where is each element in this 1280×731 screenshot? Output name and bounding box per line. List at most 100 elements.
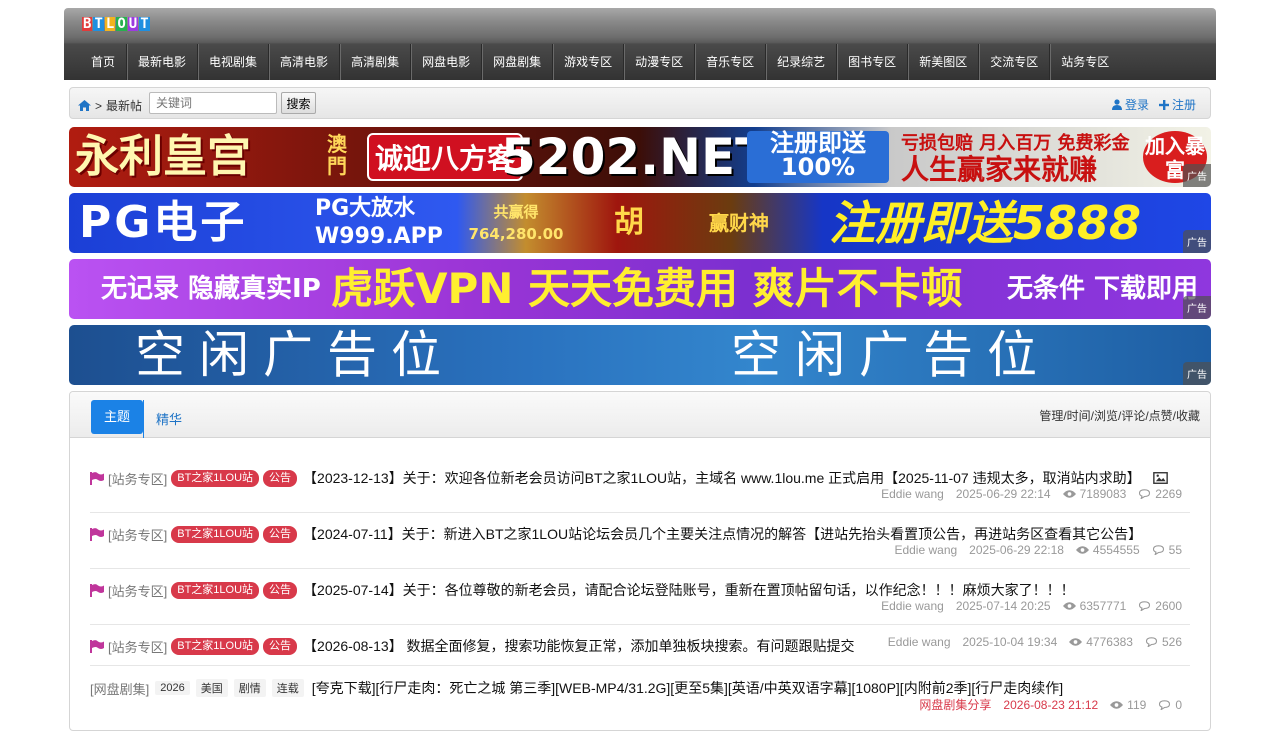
thread-category[interactable]: [站务专区] xyxy=(108,637,167,656)
ad-tag: 广告 xyxy=(1183,296,1211,319)
logo-letter: B xyxy=(82,16,93,32)
thread-author[interactable]: Eddie wang xyxy=(881,599,944,613)
thread-title[interactable]: 【2023-12-13】关于：欢迎各位新老会员访问BT之家1LOU站，主域名 w… xyxy=(303,468,1141,488)
thread-tag[interactable]: 2026 xyxy=(155,681,190,695)
thread-badge[interactable]: 公告 xyxy=(263,469,298,487)
search-input[interactable] xyxy=(149,92,277,114)
register-link[interactable]: 注册 xyxy=(1158,96,1196,113)
ad1-badge: 诚迎八方客 xyxy=(367,133,524,181)
thread-title[interactable]: 【2024-07-11】关于：新进入BT之家1LOU站论坛会员几个主要关注点情况… xyxy=(303,524,1142,544)
nav-cloud-series[interactable]: 网盘剧集 xyxy=(482,44,554,80)
comment-icon xyxy=(1145,637,1158,647)
thread-category[interactable]: [站务专区] xyxy=(108,581,167,600)
thread-row[interactable]: [站务专区] BT之家1LOU站 公告 【2026-08-13】 数据全面修复，… xyxy=(90,625,1190,666)
comments-count: 55 xyxy=(1168,543,1182,557)
thread-comments: 0 xyxy=(1158,698,1182,712)
sort-links[interactable]: 管理/时间/浏览/评论/点赞/收藏 xyxy=(1039,407,1200,424)
views-count: 6357771 xyxy=(1079,599,1127,613)
nav-documentary[interactable]: 纪录综艺 xyxy=(766,44,838,80)
thread-title[interactable]: 【2026-08-13】 数据全面修复，搜索功能恢复正常，添加单独板块搜索。有问… xyxy=(303,636,855,656)
thread-title[interactable]: 【2025-07-14】关于：各位尊敬的新老会员，请配合论坛登陆账号，重新在置顶… xyxy=(303,580,1075,600)
logo-letter: L xyxy=(104,16,116,32)
nav-books[interactable]: 图书专区 xyxy=(837,44,909,80)
thread-row[interactable]: [站务专区] BT之家1LOU站 公告 【2024-07-11】关于：新进入BT… xyxy=(90,513,1190,569)
views-count: 7189083 xyxy=(1079,487,1127,501)
ad4-right: 空闲广告位 xyxy=(731,326,1051,384)
thread-badge[interactable]: BT之家1LOU站 xyxy=(171,637,260,655)
nav-cloud-movies[interactable]: 网盘电影 xyxy=(411,44,483,80)
ad1-promo: 注册即送 100% xyxy=(747,131,889,183)
ad3-left: 无记录 隐藏真实IP xyxy=(101,274,321,304)
ad1-slogan-bottom: 人生赢家来就赚 xyxy=(901,153,1098,186)
thread-comments: 2269 xyxy=(1138,487,1182,501)
nav-anime[interactable]: 动漫专区 xyxy=(624,44,696,80)
flag-icon xyxy=(90,471,104,485)
breadcrumb-separator: > xyxy=(95,98,103,113)
ad-banner-2[interactable]: PG电子 PG大放水 W999.APP 共赢得 764,280.00 胡 赢财神 注… xyxy=(69,193,1211,253)
thread-badge[interactable]: BT之家1LOU站 xyxy=(171,469,260,487)
thread-row[interactable]: [网盘剧集] 2026 美国 剧情 连载 [夸克下载][行尸走肉：死亡之城 第三… xyxy=(90,666,1190,722)
comment-icon xyxy=(1139,601,1151,611)
nav-site-affairs[interactable]: 站务专区 xyxy=(1050,44,1120,80)
thread-category[interactable]: [网盘剧集] xyxy=(90,679,149,698)
search-button[interactable]: 搜索 xyxy=(281,92,316,114)
thread-row[interactable]: [站务专区] BT之家1LOU站 公告 【2023-12-13】关于：欢迎各位新… xyxy=(90,457,1190,513)
thread-views: 4554555 xyxy=(1075,543,1140,557)
thread-badge[interactable]: 公告 xyxy=(263,581,298,599)
thread-category[interactable]: [站务专区] xyxy=(108,525,167,544)
nav-games[interactable]: 游戏专区 xyxy=(553,44,625,80)
ad1-domain: 5202.NET xyxy=(501,128,770,186)
nav-music[interactable]: 音乐专区 xyxy=(695,44,767,80)
thread-tag[interactable]: 剧情 xyxy=(233,679,266,697)
ad2-brand: PG电子 xyxy=(79,197,248,248)
logo-letter: T xyxy=(139,16,150,32)
nav-tv-series[interactable]: 电视剧集 xyxy=(198,44,270,80)
thread-author[interactable]: Eddie wang xyxy=(881,487,944,501)
thread-badge[interactable]: BT之家1LOU站 xyxy=(171,581,260,599)
nav-latest-movies[interactable]: 最新电影 xyxy=(127,44,199,80)
ad2-domain: W999.APP xyxy=(315,224,443,249)
tab-topics[interactable]: 主题 xyxy=(91,400,143,434)
home-icon[interactable] xyxy=(78,100,91,111)
views-count: 4776383 xyxy=(1086,635,1133,649)
ad1-promo-top: 注册即送 xyxy=(770,129,866,157)
ad2-jackpot: 共赢得 764,280.00 xyxy=(457,201,575,245)
thread-title[interactable]: [夸克下载][行尸走肉：死亡之城 第三季][WEB-MP4/31.2G][更至5… xyxy=(312,678,1063,698)
nav-images[interactable]: 新美图区 xyxy=(908,44,980,80)
thread-author[interactable]: Eddie wang xyxy=(888,635,951,649)
breadcrumb: > 最新帖 xyxy=(78,97,142,114)
ad2-jackpot-value: 764,280.00 xyxy=(468,225,564,243)
thread-badge[interactable]: BT之家1LOU站 xyxy=(171,525,260,543)
comments-count: 0 xyxy=(1175,697,1182,712)
logo-letter: T xyxy=(93,16,104,32)
ad-banner-3[interactable]: 无记录 隐藏真实IP 虎跃VPN 天天免费用 爽片不卡顿 无条件 下载即用 广告 xyxy=(69,259,1211,319)
image-icon xyxy=(1152,472,1168,484)
nav-home[interactable]: 首页 xyxy=(80,44,128,80)
site-logo[interactable]: B T L O U T xyxy=(82,17,150,31)
tab-featured[interactable]: 精华 xyxy=(156,409,182,428)
logo-letter: O xyxy=(116,16,127,32)
thread-views: 7189083 xyxy=(1062,487,1127,501)
nav-community[interactable]: 交流专区 xyxy=(979,44,1051,80)
thread-tabs: 主题 精华 管理/时间/浏览/评论/点赞/收藏 xyxy=(70,392,1210,438)
ad-banner-4[interactable]: 空闲广告位 空闲广告位 广告 xyxy=(69,325,1211,385)
login-link[interactable]: 登录 xyxy=(1111,96,1149,113)
eye-icon xyxy=(1069,638,1083,646)
comment-icon xyxy=(1152,545,1164,555)
comments-count: 526 xyxy=(1161,635,1182,649)
views-count: 119 xyxy=(1127,697,1147,712)
nav-hd-movies[interactable]: 高清电影 xyxy=(269,44,341,80)
nav-hd-series[interactable]: 高清剧集 xyxy=(340,44,412,80)
thread-badge[interactable]: 公告 xyxy=(263,637,298,655)
comment-icon xyxy=(1159,699,1171,710)
comment-icon xyxy=(1139,489,1151,499)
thread-author[interactable]: Eddie wang xyxy=(894,543,957,557)
thread-author[interactable]: 网盘剧集分享 xyxy=(919,696,991,713)
thread-tag[interactable]: 连载 xyxy=(271,679,304,697)
login-label: 登录 xyxy=(1124,98,1149,112)
thread-category[interactable]: [站务专区] xyxy=(108,469,167,488)
thread-tag[interactable]: 美国 xyxy=(195,679,228,697)
thread-badge[interactable]: 公告 xyxy=(263,525,298,543)
thread-row[interactable]: [站务专区] BT之家1LOU站 公告 【2025-07-14】关于：各位尊敬的… xyxy=(90,569,1190,625)
ad-banner-1[interactable]: 永利皇宫 澳門 诚迎八方客 5202.NET 注册即送 100% 亏损包赔 月入百… xyxy=(69,127,1211,187)
